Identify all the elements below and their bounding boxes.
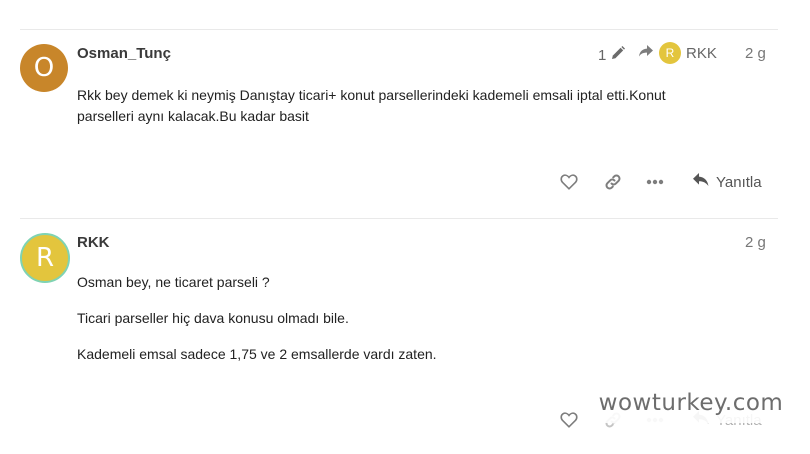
avatar-letter: R xyxy=(35,243,55,273)
reply-icon xyxy=(692,172,710,192)
watermark: wowturkey.com xyxy=(591,383,791,423)
edit-count: 1 xyxy=(598,46,607,64)
like-button[interactable] xyxy=(558,409,580,431)
reply-to-username: RKK xyxy=(686,44,717,62)
post-paragraph: Ticari parseller hiç dava konusu olmadı … xyxy=(77,310,349,326)
share-arrow-icon xyxy=(638,44,654,62)
heart-icon xyxy=(560,412,578,428)
post-body: Rkk bey demek ki neymiş Danıştay ticari+… xyxy=(77,85,717,127)
heart-icon xyxy=(560,174,578,190)
avatar[interactable]: O xyxy=(20,44,68,92)
post-age[interactable]: 2 g xyxy=(745,234,766,251)
post-divider xyxy=(20,218,778,219)
post-paragraph: Kademeli emsal sadece 1,75 ve 2 emsaller… xyxy=(77,346,437,362)
reply-to-avatar-letter: R xyxy=(665,46,675,60)
more-options-button[interactable] xyxy=(644,171,666,193)
avatar[interactable]: R xyxy=(20,233,70,283)
post-age[interactable]: 2 g xyxy=(745,45,766,62)
pencil-icon xyxy=(610,45,626,65)
reply-to-avatar: R xyxy=(659,42,681,64)
reply-to-link[interactable]: R RKK xyxy=(638,42,717,64)
post-body: Osman bey, ne ticaret parseli ? Ticari p… xyxy=(77,272,717,365)
username[interactable]: RKK xyxy=(77,234,110,251)
post-paragraph: Osman bey, ne ticaret parseli ? xyxy=(77,274,270,290)
reply-label: Yanıtla xyxy=(716,173,762,191)
more-icon xyxy=(646,179,664,185)
username[interactable]: Osman_Tunç xyxy=(77,45,171,62)
copy-link-button[interactable] xyxy=(602,171,624,193)
link-icon xyxy=(604,173,622,191)
reply-button[interactable]: Yanıtla xyxy=(692,172,762,192)
like-button[interactable] xyxy=(558,171,580,193)
post-paragraph: Rkk bey demek ki neymiş Danıştay ticari+… xyxy=(77,87,666,124)
top-divider xyxy=(20,29,778,30)
edit-history-button[interactable]: 1 xyxy=(598,45,626,65)
avatar-letter: O xyxy=(33,53,55,83)
